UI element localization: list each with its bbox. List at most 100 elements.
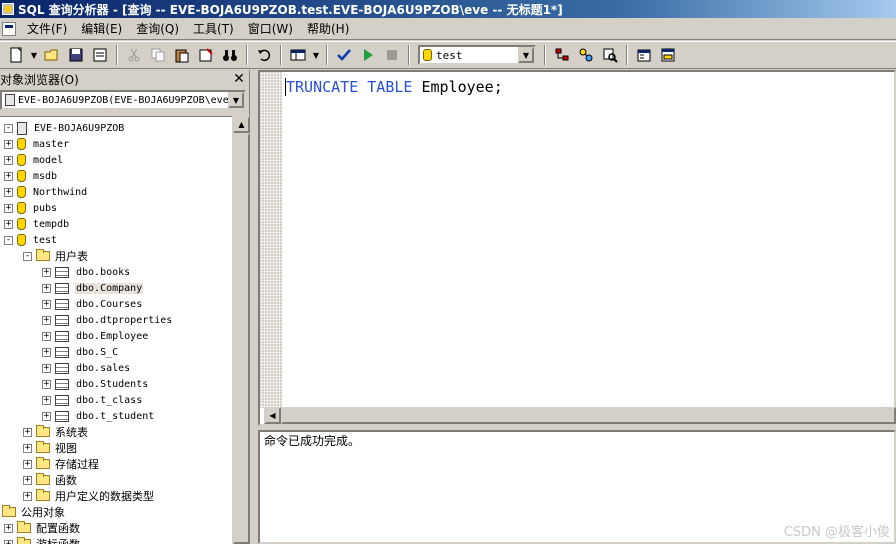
object-browser-button[interactable]: [633, 44, 655, 66]
scroll-left-icon[interactable]: ◀: [264, 407, 281, 424]
menu-edit[interactable]: 编辑(E): [74, 19, 129, 39]
new-query-button[interactable]: [5, 44, 27, 66]
tree-item[interactable]: + 存储过程: [23, 456, 100, 472]
scroll-up-icon[interactable]: ▲: [233, 116, 250, 133]
editor-horizontal-scrollbar[interactable]: ◀: [264, 407, 896, 424]
database-icon: [17, 170, 26, 182]
expand-icon[interactable]: +: [4, 539, 13, 544]
expand-icon[interactable]: +: [23, 459, 32, 469]
load-script-button[interactable]: [89, 44, 111, 66]
expand-icon[interactable]: +: [42, 411, 51, 421]
tree-vertical-scrollbar[interactable]: ▲: [232, 116, 250, 544]
tree-item[interactable]: + pubs: [4, 200, 58, 216]
open-button[interactable]: [41, 44, 63, 66]
expand-icon[interactable]: +: [23, 491, 32, 501]
tree-item[interactable]: - 用户表: [23, 248, 89, 264]
expand-icon[interactable]: +: [4, 139, 13, 149]
scrollbar-thumb[interactable]: [233, 133, 250, 544]
tree-item[interactable]: + 配置函数: [4, 520, 81, 536]
collapse-icon[interactable]: -: [23, 251, 32, 261]
new-query-dropdown[interactable]: ▼: [29, 44, 39, 66]
tree-item[interactable]: + dbo.books: [42, 264, 131, 280]
tree-item[interactable]: + dbo.Courses: [42, 296, 143, 312]
tree-item[interactable]: + dbo.Students: [42, 376, 149, 392]
expand-icon[interactable]: +: [42, 331, 51, 341]
index-tuning-button[interactable]: [575, 44, 597, 66]
query-editor[interactable]: TRUNCATE TABLE Employee; ◀: [258, 70, 896, 426]
tree-item[interactable]: - EVE-BOJA6U9PZOB: [4, 120, 125, 136]
tree-item[interactable]: + dbo.sales: [42, 360, 131, 376]
expand-icon[interactable]: +: [4, 203, 13, 213]
tree-item[interactable]: + tempdb: [4, 216, 70, 232]
find-button[interactable]: [219, 44, 241, 66]
expand-icon[interactable]: +: [4, 155, 13, 165]
tree-item[interactable]: + 用户定义的数据类型: [23, 488, 155, 504]
close-icon[interactable]: ✕: [231, 71, 247, 87]
tree-item[interactable]: + model: [4, 152, 64, 168]
paste-button[interactable]: [171, 44, 193, 66]
expand-icon[interactable]: +: [23, 427, 32, 437]
expand-icon[interactable]: +: [42, 363, 51, 373]
tree-item[interactable]: 公用对象: [2, 504, 66, 520]
tree-item[interactable]: + 游标函数: [4, 536, 81, 544]
expand-icon[interactable]: +: [42, 315, 51, 325]
undo-button[interactable]: [253, 44, 275, 66]
show-results-pane-button[interactable]: [657, 44, 679, 66]
show-execution-plan-button[interactable]: [551, 44, 573, 66]
document-icon[interactable]: [2, 21, 16, 36]
tree-item[interactable]: + dbo.dtproperties: [42, 312, 173, 328]
tree-item[interactable]: + dbo.Employee: [42, 328, 149, 344]
scrollbar-thumb[interactable]: [281, 407, 896, 424]
results-mode-button[interactable]: [287, 44, 309, 66]
expand-icon[interactable]: +: [42, 267, 51, 277]
tree-item[interactable]: + dbo.t_class: [42, 392, 143, 408]
tree-item[interactable]: + 系统表: [23, 424, 89, 440]
cancel-query-button[interactable]: [381, 44, 403, 66]
results-mode-dropdown[interactable]: ▼: [311, 44, 321, 66]
database-select-value: test: [436, 48, 463, 62]
tree-item[interactable]: - test: [4, 232, 58, 248]
expand-icon[interactable]: +: [42, 379, 51, 389]
tree-item[interactable]: + Northwind: [4, 184, 88, 200]
tree-item[interactable]: + dbo.S_C: [42, 344, 119, 360]
chevron-down-icon[interactable]: ▼: [228, 92, 244, 108]
menu-help[interactable]: 帮助(H): [300, 19, 356, 39]
server-select[interactable]: EVE-BOJA6U9PZOB(EVE-BOJA6U9PZOB\eve) ▼: [0, 90, 246, 110]
expand-icon[interactable]: +: [4, 219, 13, 229]
expand-icon[interactable]: +: [42, 347, 51, 357]
tree-item[interactable]: + 函数: [23, 472, 78, 488]
stop-icon: [387, 50, 397, 60]
copy-button[interactable]: [147, 44, 169, 66]
database-icon: [423, 49, 432, 61]
display-estimated-plan-button[interactable]: [599, 44, 621, 66]
menu-window[interactable]: 窗口(W): [241, 19, 300, 39]
tree-item[interactable]: + master: [4, 136, 70, 152]
tree-item[interactable]: + 视图: [23, 440, 78, 456]
expand-icon[interactable]: +: [42, 299, 51, 309]
tree-item[interactable]: + dbo.Company: [42, 280, 144, 296]
expand-icon[interactable]: +: [23, 443, 32, 453]
tree-item[interactable]: + dbo.t_student: [42, 408, 155, 424]
expand-icon[interactable]: +: [4, 187, 13, 197]
parse-query-button[interactable]: [333, 44, 355, 66]
expand-icon[interactable]: +: [4, 171, 13, 181]
query-text[interactable]: TRUNCATE TABLE Employee;: [286, 78, 503, 96]
cut-button[interactable]: [123, 44, 145, 66]
menu-tools[interactable]: 工具(T): [186, 19, 241, 39]
menu-query[interactable]: 查询(Q): [129, 19, 186, 39]
tree-item[interactable]: + msdb: [4, 168, 58, 184]
title-bar[interactable]: SQL 查询分析器 - [查询 -- EVE-BOJA6U9PZOB.test.…: [0, 0, 896, 18]
expand-icon[interactable]: +: [4, 523, 13, 533]
collapse-icon[interactable]: -: [4, 123, 13, 133]
collapse-icon[interactable]: -: [4, 235, 13, 245]
clear-window-button[interactable]: [195, 44, 217, 66]
save-button[interactable]: [65, 44, 87, 66]
execute-query-button[interactable]: [357, 44, 379, 66]
menu-file[interactable]: 文件(F): [20, 19, 74, 39]
chevron-down-icon[interactable]: ▼: [518, 47, 534, 63]
expand-icon[interactable]: +: [42, 283, 51, 293]
toolbar-separator: [408, 45, 410, 65]
expand-icon[interactable]: +: [42, 395, 51, 405]
database-select[interactable]: test ▼: [418, 45, 536, 65]
expand-icon[interactable]: +: [23, 475, 32, 485]
